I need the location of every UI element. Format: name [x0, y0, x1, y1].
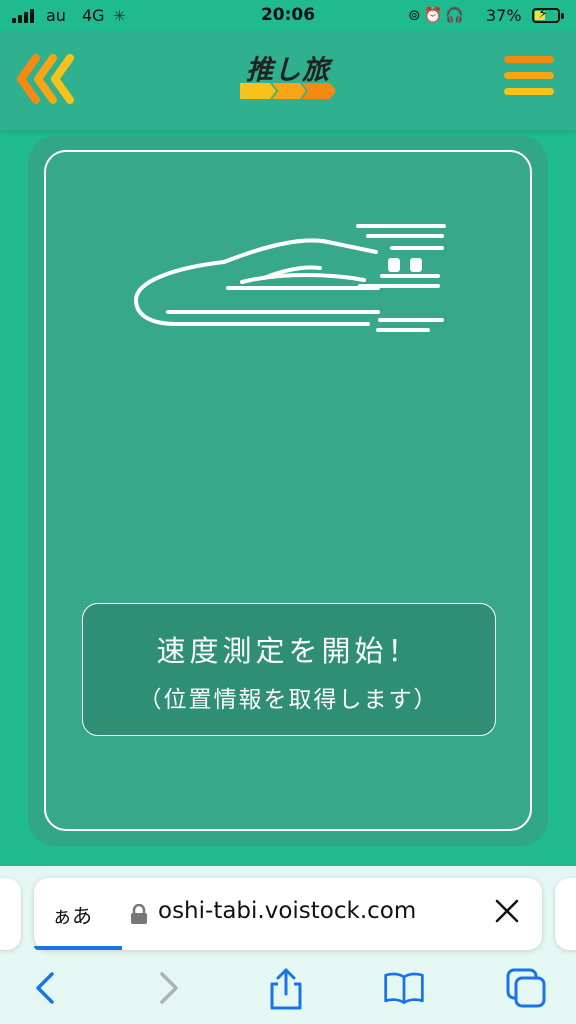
app-header: 推し旅 [0, 32, 576, 130]
back-icon[interactable] [24, 966, 68, 1010]
browser-bottom-bar: ぁあ oshi-tabi.voistock.com [0, 866, 576, 1024]
close-icon[interactable] [492, 896, 522, 926]
logo-text: 推し旅 [246, 55, 330, 86]
alarm-icon: ⏰ [423, 6, 446, 24]
start-speed-measurement-button[interactable]: 速度測定を開始！ （位置情報を取得します） [82, 603, 496, 736]
hamburger-menu-icon [504, 56, 554, 63]
forward-icon[interactable] [146, 966, 190, 1010]
bullet-train-icon [133, 224, 446, 332]
battery-cap [561, 13, 564, 19]
status-bar: au 4G ✳ 20:06 ⊚⏰🎧 37% ⚡ [0, 0, 576, 32]
headphones-icon: 🎧 [445, 6, 467, 24]
url-text[interactable]: oshi-tabi.voistock.com [158, 898, 416, 924]
bookmarks-icon[interactable] [382, 966, 426, 1010]
back-button[interactable] [16, 54, 76, 104]
speed-card: 速度測定を開始！ （位置情報を取得します） [44, 150, 532, 831]
menu-bar-bottom [504, 88, 554, 95]
page-load-progress [34, 946, 122, 950]
menu-bar-middle [504, 72, 554, 79]
status-icons: ⊚⏰🎧 [408, 6, 467, 24]
orientation-lock-icon: ⊚ [408, 6, 424, 24]
menu-button[interactable] [504, 56, 554, 98]
battery-percent: 37% [486, 6, 522, 25]
battery-charging-icon: ⚡ [532, 6, 560, 23]
address-bar[interactable]: ぁあ oshi-tabi.voistock.com [34, 878, 542, 950]
start-button-label: 速度測定を開始！ [156, 634, 421, 668]
previous-tab-preview[interactable] [0, 878, 21, 950]
start-button-sublabel: （位置情報を取得します） [138, 687, 439, 713]
logo-arrows-icon [240, 83, 336, 99]
reader-options-button[interactable]: ぁあ [52, 900, 92, 929]
share-icon[interactable] [264, 966, 308, 1010]
next-tab-preview[interactable] [555, 878, 576, 950]
lock-icon [131, 904, 147, 924]
app-logo[interactable]: 推し旅 [238, 48, 338, 104]
triple-chevron-left-icon [17, 54, 74, 104]
tabs-icon[interactable] [504, 966, 548, 1010]
